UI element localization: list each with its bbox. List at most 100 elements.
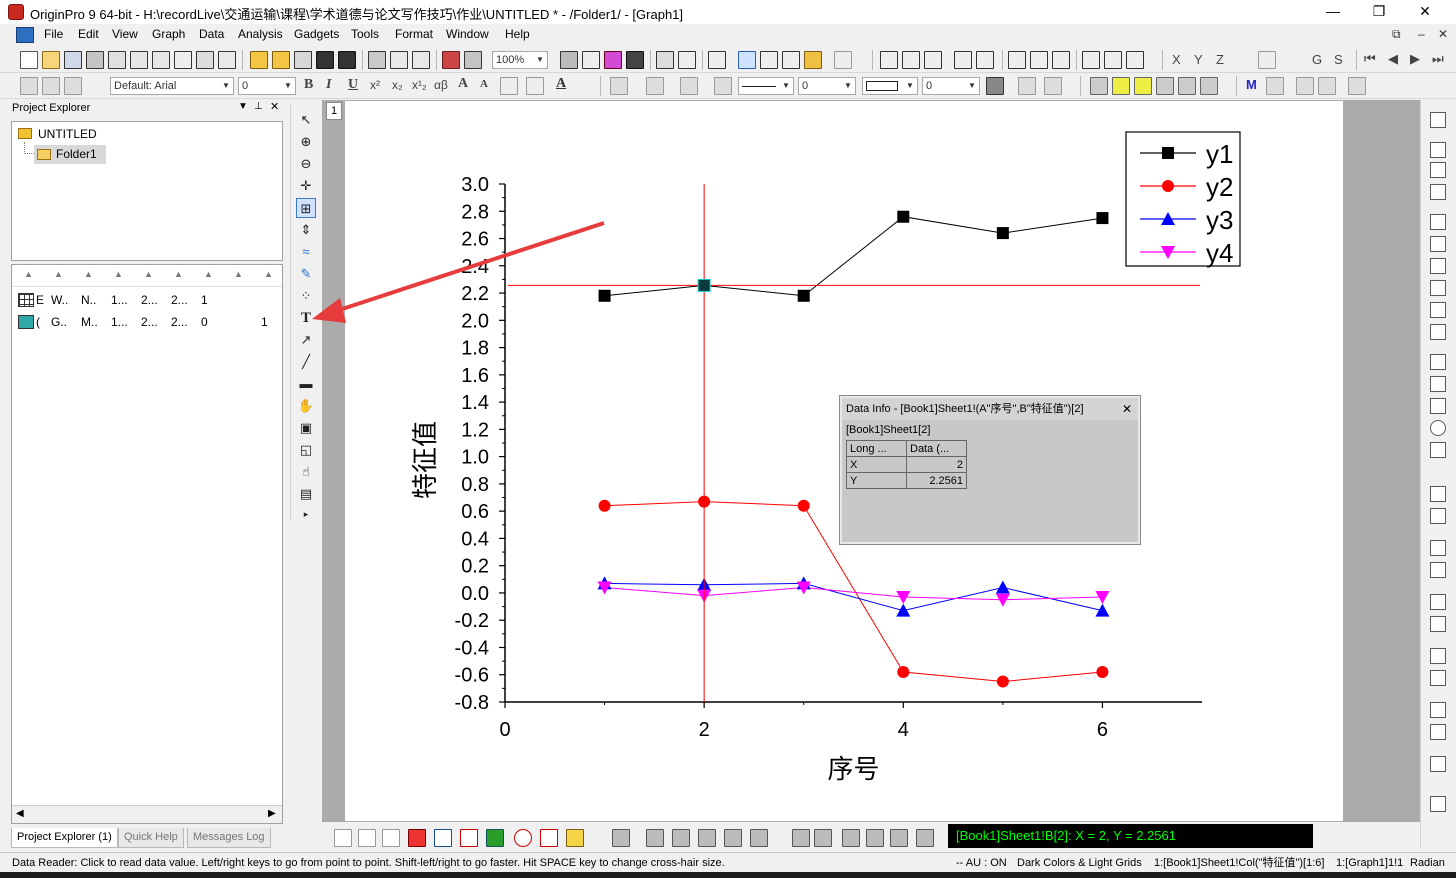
mdi-close-icon[interactable]: ✕ (1438, 27, 1448, 41)
column-plot-icon[interactable] (408, 829, 426, 847)
mdi-minimize-icon[interactable]: – (1418, 27, 1425, 41)
save-project-icon[interactable] (316, 51, 334, 69)
remove-filter-icon[interactable] (1104, 51, 1122, 69)
lock-icon[interactable] (1348, 77, 1366, 95)
menu-window[interactable]: Window (446, 27, 489, 41)
rectangle-tool-icon[interactable]: ▬ (296, 374, 316, 394)
col-stats-icon[interactable] (902, 51, 920, 69)
y-axis-button[interactable]: Y (1194, 52, 1203, 67)
sort-arrow-icon[interactable]: ▲ (204, 269, 213, 279)
toolbar-expand-icon[interactable]: ▸ (296, 504, 316, 524)
save-window-icon[interactable] (338, 51, 356, 69)
zoom-extend-icon[interactable] (842, 829, 860, 847)
subgroup-button[interactable]: S (1334, 52, 1343, 67)
layer-1-tab[interactable]: 1 (326, 102, 342, 120)
align-objects-icon[interactable] (1178, 77, 1196, 95)
add-layer-icon[interactable] (834, 51, 852, 69)
merge-graphs-icon[interactable] (814, 829, 832, 847)
layer-icon[interactable] (1430, 398, 1446, 414)
menu-file[interactable]: File (44, 27, 63, 41)
new-project-icon[interactable] (20, 51, 38, 69)
layout-icon[interactable] (792, 829, 810, 847)
data-info-close-button[interactable]: ✕ (1122, 402, 1132, 416)
layer-3d-icon[interactable]: ▤ (296, 484, 316, 504)
layer-icon[interactable] (1430, 184, 1446, 200)
horizontal-scrollbar[interactable]: ◀ ▶ (12, 805, 282, 823)
italic-button[interactable]: I (326, 77, 331, 93)
ungroup-objects-icon[interactable] (1156, 77, 1174, 95)
heatmap-icon[interactable] (750, 829, 768, 847)
mdi-restore-icon[interactable]: ⧉ (1392, 27, 1401, 42)
line-symbol-plot-icon[interactable] (382, 829, 400, 847)
column-icon[interactable] (1030, 51, 1048, 69)
light-icon[interactable] (714, 77, 732, 95)
layer-border-icon[interactable] (1018, 77, 1036, 95)
message-log-icon[interactable] (782, 51, 800, 69)
sort-arrow-icon[interactable]: ▲ (84, 269, 93, 279)
menu-data[interactable]: Data (199, 27, 224, 41)
draw-data-tool-icon[interactable]: ✎ (296, 264, 316, 284)
rescale-tool-icon[interactable]: ◱ (296, 440, 316, 460)
batch-icon[interactable] (464, 51, 482, 69)
zoom-select[interactable]: 100% ▼ (492, 51, 548, 69)
regional-data-tool-icon[interactable]: ⁘ (296, 286, 316, 306)
layer-icon[interactable] (1430, 112, 1446, 128)
bring-front-icon[interactable] (1090, 77, 1108, 95)
menu-edit[interactable]: Edit (78, 27, 99, 41)
film-icon[interactable] (626, 51, 644, 69)
pattern-icon[interactable] (646, 77, 664, 95)
x-axis-button[interactable]: X (1172, 52, 1181, 67)
project-explorer-toggle-icon[interactable] (708, 51, 726, 69)
first-frame-icon[interactable]: ⏮ (1364, 51, 1376, 67)
increase-font-icon[interactable]: A (458, 76, 468, 92)
import-multiple-icon[interactable] (412, 51, 430, 69)
group-button[interactable]: G (1312, 52, 1322, 67)
superscript-button[interactable]: x² (370, 78, 380, 92)
font-select[interactable]: Default: Arial ▼ (110, 77, 234, 95)
layer-icon[interactable] (1430, 236, 1446, 252)
status-theme[interactable]: Dark Colors & Light Grids (1017, 853, 1142, 873)
polar-plot-icon[interactable] (514, 829, 532, 847)
layer-icon[interactable] (1430, 594, 1446, 610)
line-color-icon[interactable] (680, 77, 698, 95)
filter-options-icon[interactable] (1126, 51, 1144, 69)
menu-graph[interactable]: Graph (152, 27, 185, 41)
area-plot-icon[interactable] (434, 829, 452, 847)
layer-icon[interactable] (1430, 302, 1446, 318)
sort-arrow-icon[interactable]: ▲ (114, 269, 123, 279)
prev-frame-icon[interactable]: ◀ (1388, 51, 1398, 67)
fill-color-icon[interactable] (610, 77, 628, 95)
open-template-icon[interactable] (272, 51, 290, 69)
next-frame-icon[interactable]: ▶ (1410, 51, 1420, 67)
tab-messages-log[interactable]: Messages Log (187, 828, 271, 848)
add-column-icon[interactable] (954, 51, 972, 69)
scatter-plot-icon[interactable] (358, 829, 376, 847)
align-center-icon[interactable] (1200, 77, 1218, 95)
line-tool-icon[interactable]: ╱ (296, 352, 316, 372)
layer-icon[interactable] (1430, 670, 1446, 686)
subscript-button[interactable]: x₂ (392, 78, 403, 92)
layer-icon[interactable] (1430, 142, 1446, 158)
line-style-select[interactable]: ▼ (738, 77, 794, 95)
new-function-icon[interactable] (152, 51, 170, 69)
command-window-icon[interactable] (760, 51, 778, 69)
set-values-icon[interactable] (976, 51, 994, 69)
align-icon[interactable] (500, 77, 518, 95)
sort-arrow-icon[interactable]: ▲ (264, 269, 273, 279)
greek-button[interactable]: αβ (434, 78, 448, 92)
open-excel-icon[interactable] (294, 51, 312, 69)
scroll-left-icon[interactable]: ◀ (16, 808, 24, 819)
sort-arrow-icon[interactable]: ▲ (174, 269, 183, 279)
new-excel-icon[interactable] (86, 51, 104, 69)
cross-hair-icon[interactable] (890, 829, 908, 847)
layer-icon[interactable] (1430, 214, 1446, 230)
screen-reader-tool-icon[interactable]: ✛ (296, 176, 316, 196)
list-item-workbook[interactable]: E W.. N.. 1... 2... 2... 1 (12, 291, 282, 311)
font-size-select[interactable]: 0 ▼ (238, 77, 296, 95)
new-notes-icon[interactable] (196, 51, 214, 69)
z-axis-button[interactable]: Z (1216, 52, 1224, 67)
zoom-out-tool-icon[interactable]: ⊖ (296, 154, 316, 174)
underline-button[interactable]: U (348, 77, 358, 93)
pattern-select[interactable]: ▼ (862, 77, 918, 95)
refresh-icon[interactable] (582, 51, 600, 69)
